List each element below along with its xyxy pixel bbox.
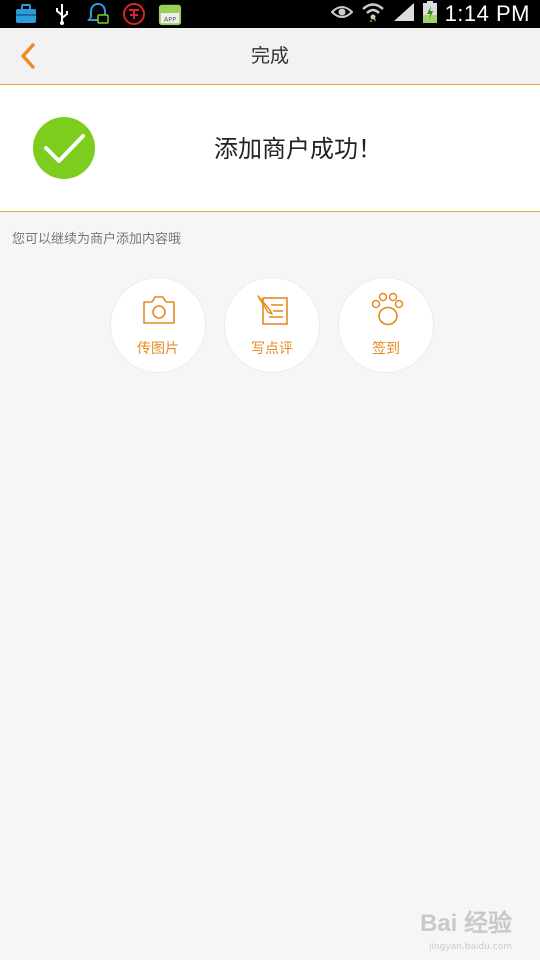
- stamp-icon: [122, 2, 146, 26]
- usb-icon: [50, 2, 74, 26]
- watermark-logo: Bai 经验: [419, 910, 512, 937]
- app-icon: APP: [158, 2, 182, 26]
- write-review-label: 写点评: [251, 341, 293, 357]
- signal-icon: [393, 2, 415, 26]
- status-left-icons: APP: [14, 2, 182, 26]
- camera-icon: [143, 296, 175, 324]
- write-review-button[interactable]: 写点评: [224, 277, 320, 373]
- watermark: Bai 经验 jingyan.baidu.com: [419, 903, 512, 952]
- page-title: 完成: [250, 45, 289, 67]
- notification-icon: [86, 2, 110, 26]
- nav-header: 完成: [0, 28, 540, 85]
- success-card: 添加商户成功！: [0, 85, 540, 212]
- status-time: 1:14 PM: [444, 1, 530, 26]
- briefcase-icon: [14, 2, 38, 26]
- hint-text: 您可以继续为商户添加内容哦: [12, 232, 182, 247]
- check-in-button[interactable]: 签到: [338, 277, 434, 373]
- paw-icon: [371, 292, 404, 326]
- eye-icon: [330, 4, 353, 24]
- status-right: 1:14 PM: [330, 0, 530, 28]
- upload-photo-label: 传图片: [137, 341, 179, 357]
- action-buttons: 传图片 写点评 签到: [110, 277, 434, 373]
- success-message: 添加商户成功！: [214, 135, 382, 163]
- app-icon-label: APP: [164, 15, 176, 23]
- upload-photo-button[interactable]: 传图片: [110, 277, 206, 373]
- status-bar: APP 1:14 PM: [0, 0, 540, 28]
- watermark-url: jingyan.baidu.com: [428, 942, 512, 952]
- wifi-icon: [361, 1, 385, 27]
- check-in-label: 签到: [372, 341, 400, 357]
- battery-icon: [422, 1, 437, 27]
- edit-note-icon: [257, 295, 288, 325]
